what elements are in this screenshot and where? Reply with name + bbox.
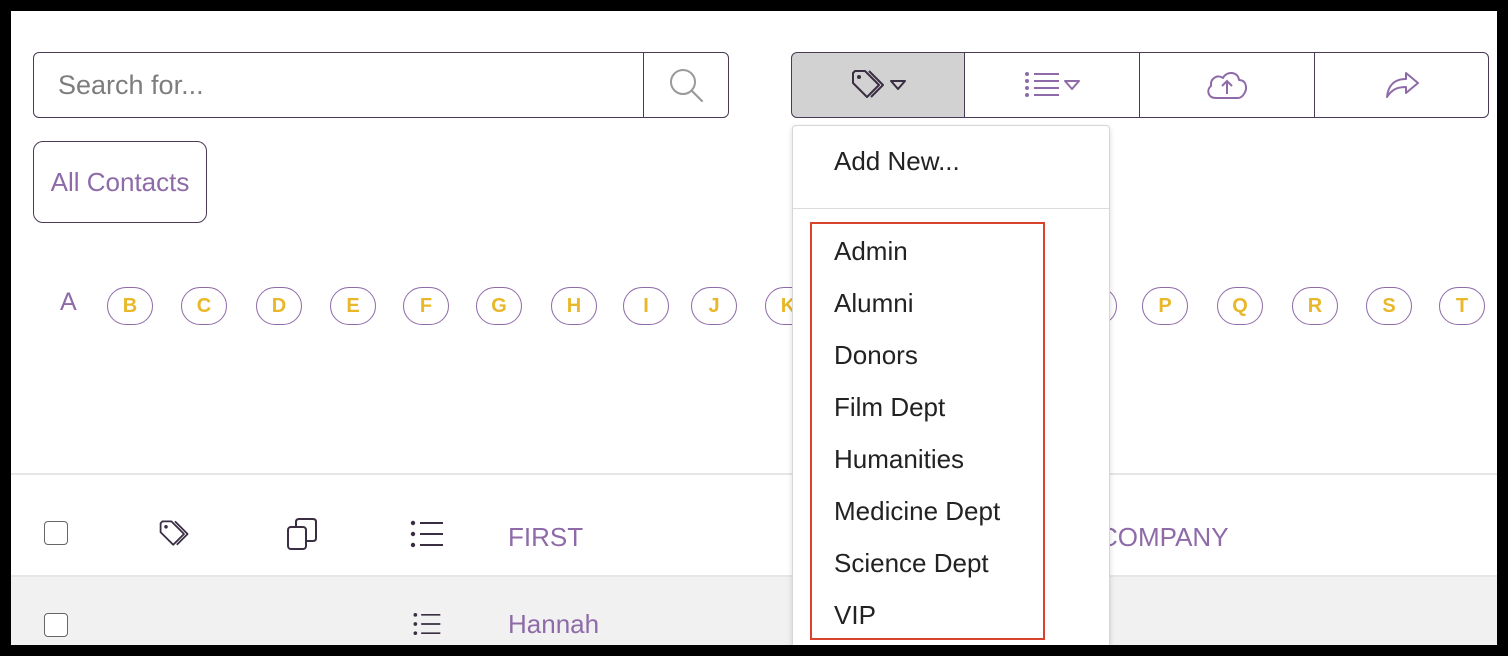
- divider: [11, 473, 1497, 475]
- alphabet-letter-e[interactable]: E: [330, 287, 376, 325]
- tag-item-medicine-dept[interactable]: Medicine Dept: [834, 496, 1000, 527]
- upload-button[interactable]: [1140, 52, 1315, 118]
- tag-icon: [849, 67, 889, 103]
- tag-dropdown-menu: Add New... Admin Alumni Donors Film Dept…: [792, 125, 1110, 645]
- column-header-first[interactable]: FIRST: [508, 522, 583, 553]
- tag-item-admin[interactable]: Admin: [834, 236, 908, 267]
- tag-item-film-dept[interactable]: Film Dept: [834, 392, 945, 423]
- list-icon: [1023, 69, 1063, 101]
- alphabet-letter-b[interactable]: B: [107, 287, 153, 325]
- search-button[interactable]: [643, 53, 728, 117]
- alphabet-letter-f[interactable]: F: [403, 287, 449, 325]
- share-button[interactable]: [1315, 52, 1489, 118]
- search-icon: [666, 65, 706, 105]
- tag-item-donors[interactable]: Donors: [834, 340, 918, 371]
- search-input[interactable]: [34, 53, 643, 117]
- alphabet-letter-d[interactable]: D: [256, 287, 302, 325]
- alphabet-letter-q[interactable]: Q: [1217, 287, 1263, 325]
- tag-icon[interactable]: [157, 516, 193, 552]
- row-first-name[interactable]: Hannah: [508, 609, 599, 640]
- menu-divider: [793, 208, 1109, 209]
- alphabet-letter-i[interactable]: I: [623, 287, 669, 325]
- add-new-tag-item[interactable]: Add New...: [834, 146, 960, 177]
- column-header-company[interactable]: COMPANY: [1099, 522, 1229, 553]
- cloud-upload-icon: [1204, 68, 1250, 102]
- alphabet-letter-s[interactable]: S: [1366, 287, 1412, 325]
- tag-item-alumni[interactable]: Alumni: [834, 288, 913, 319]
- alphabet-letter-h[interactable]: H: [551, 287, 597, 325]
- search-box: [33, 52, 729, 118]
- list-menu-button[interactable]: [965, 52, 1140, 118]
- list-icon[interactable]: [409, 519, 445, 549]
- alphabet-letter-j[interactable]: J: [691, 287, 737, 325]
- list-icon[interactable]: [412, 611, 442, 637]
- tag-item-science-dept[interactable]: Science Dept: [834, 548, 989, 579]
- alphabet-letter-p[interactable]: P: [1142, 287, 1188, 325]
- all-contacts-button[interactable]: All Contacts: [33, 141, 207, 223]
- share-icon: [1382, 69, 1422, 101]
- alphabet-letter-a[interactable]: A: [60, 288, 77, 317]
- alphabet-letter-c[interactable]: C: [181, 287, 227, 325]
- contacts-page: All Contacts A B C D E F G H I J K P Q R…: [11, 11, 1497, 645]
- tag-menu-button[interactable]: [791, 52, 965, 118]
- chevron-down-icon: [1063, 79, 1081, 91]
- copy-icon[interactable]: [285, 516, 319, 552]
- tag-item-vip[interactable]: VIP: [834, 600, 876, 631]
- select-all-checkbox[interactable]: [44, 521, 68, 545]
- alphabet-letter-g[interactable]: G: [476, 287, 522, 325]
- table-row[interactable]: Hannah: [11, 575, 1497, 645]
- row-checkbox[interactable]: [44, 613, 68, 637]
- alphabet-letter-t[interactable]: T: [1439, 287, 1485, 325]
- chevron-down-icon: [889, 79, 907, 91]
- tag-item-humanities[interactable]: Humanities: [834, 444, 964, 475]
- alphabet-letter-r[interactable]: R: [1292, 287, 1338, 325]
